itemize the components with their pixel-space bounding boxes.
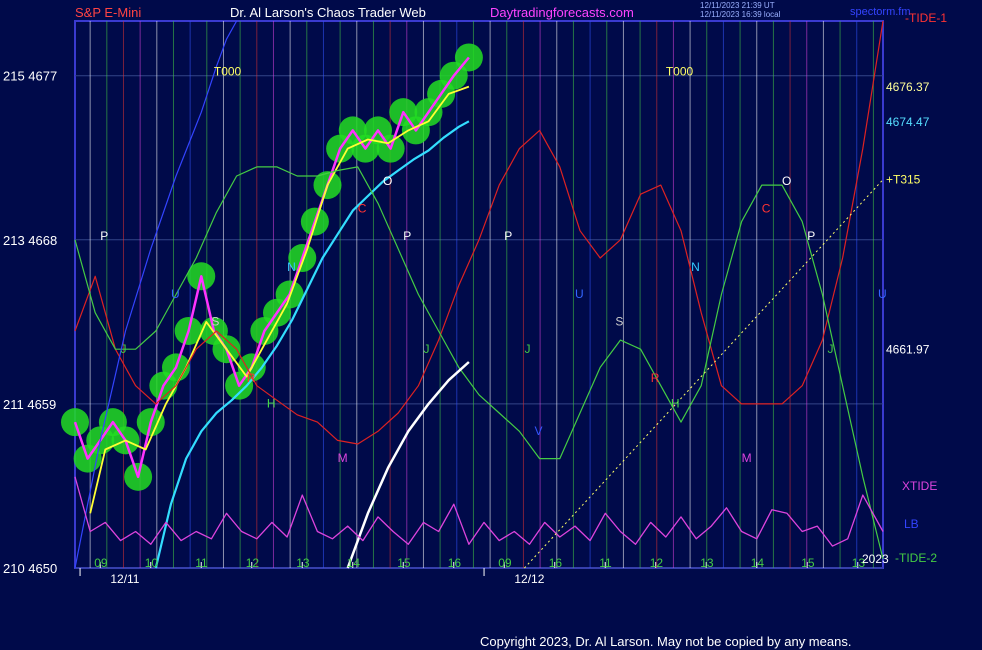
marker-label: P [403,229,411,243]
marker-label: O [782,174,791,188]
marker-label: M [338,451,348,465]
marker-label: P [504,229,512,243]
hour-tick-label: 12 [650,556,664,570]
series-price [73,56,470,479]
y-tick-label: 213 4668 [3,233,57,248]
hour-tick-label: 09 [94,556,108,570]
right-series-label: XTIDE [902,479,937,493]
right-series-label: LB [904,517,919,531]
marker-label: O [383,174,392,188]
right-series-label: 2023 [862,552,889,566]
marker-label: U [575,287,584,301]
marker-label: N [287,260,296,274]
series-lb [74,20,238,569]
marker-label: H [671,397,680,411]
marker-label: R [651,371,660,385]
label-layer: 215 4677 213 4668 211 4659 210 4650 09 10 11 12… [3,65,937,586]
series-tide1 [74,20,884,445]
event-lines [89,21,874,568]
right-series-label: -TIDE-2 [895,551,937,565]
hour-tick-label: 15 [397,556,411,570]
marker-label: H [267,397,276,411]
series-slow-ma [154,120,470,569]
level-label: +T315 [886,173,921,187]
date-label: 12/12 [514,572,544,586]
marker-label: R [247,371,256,385]
halo-dot [454,43,483,72]
hour-tick-label: 11 [195,556,208,570]
marker-label: J [423,342,429,356]
marker-label: C [358,201,367,215]
hour-tick-label: 13 [296,556,310,570]
hour-tick-label: 16 [448,556,462,570]
marker-label: P [100,229,108,243]
y-tick-label: 211 4659 [3,397,56,412]
hour-tick-label: 12 [246,556,260,570]
series-tide2 [74,166,884,560]
marker-label: V [535,424,543,438]
y-tick-label: 215 4677 [3,69,57,84]
series-layer [73,20,884,569]
marker-label: U [878,287,887,301]
hour-tick-label: 11 [599,556,612,570]
marker-label: J [827,342,833,356]
hour-tick-label: 15 [801,556,815,570]
series-xtide [74,476,884,547]
marker-label: T000 [214,65,242,79]
copyright: Copyright 2023, Dr. Al Larson. May not b… [480,634,852,649]
date-label: 12/11 [110,572,139,586]
hour-tick-label: 16 [549,556,563,570]
marker-label: P [807,229,815,243]
level-label: 4674.47 [886,115,930,129]
hour-tick-label: 14 [347,556,361,570]
marker-label: M [742,451,752,465]
hour-tick-label: 14 [751,556,765,570]
y-tick-label: 210 4650 [3,561,57,576]
hour-tick-label: 13 [700,556,714,570]
marker-label: J [120,342,126,356]
marker-label: T000 [666,65,694,79]
level-label: 4676.37 [886,80,930,94]
marker-label: C [762,201,771,215]
hour-tick-label: 10 [145,556,159,570]
chaos-chart: 215 4677 213 4668 211 4659 210 4650 09 10 11 12… [3,20,937,586]
level-label: 4661.97 [886,343,930,357]
marker-label: U [171,287,180,301]
marker-label: S [211,314,219,328]
marker-label: S [615,314,623,328]
marker-label: N [691,260,700,274]
price-halo [61,43,483,491]
hour-tick-label: 09 [498,556,512,570]
marker-label: J [524,342,530,356]
